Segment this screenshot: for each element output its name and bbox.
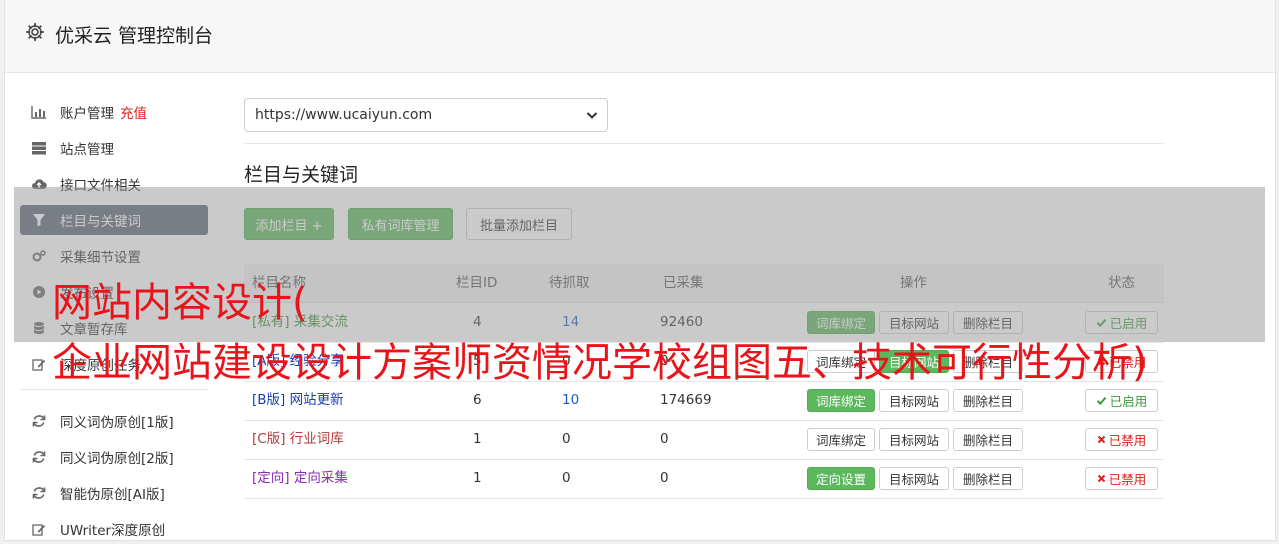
- sidebar-item-label: UWriter深度原创: [60, 523, 166, 539]
- sidebar-item-label: 智能伪原创[AI版]: [60, 487, 165, 503]
- action-primary-button[interactable]: 定向设置: [807, 467, 875, 490]
- sidebar-item-uwriter[interactable]: UWriter深度原创: [20, 514, 208, 544]
- status-label: 已禁用: [1108, 433, 1147, 448]
- column-tag: [B版]: [252, 392, 286, 408]
- x-icon: [1097, 435, 1105, 444]
- target-site-button[interactable]: 目标网站: [879, 389, 949, 412]
- section-title: 栏目与关键词: [244, 164, 359, 186]
- panel-title: 优采云 管理控制台: [25, 20, 213, 48]
- column-tag: [C版]: [252, 431, 286, 447]
- column-id: 1: [473, 470, 482, 486]
- server-icon: [30, 140, 48, 156]
- status-toggle[interactable]: 已禁用: [1085, 428, 1158, 451]
- sidebar-item-synonym-v2[interactable]: 同义词伪原创[2版]: [20, 442, 208, 472]
- column-name-cell[interactable]: [C版] 行业词库: [252, 420, 344, 458]
- recharge-link[interactable]: 充值: [120, 102, 147, 122]
- column-name-cell[interactable]: [定向] 定向采集: [252, 459, 348, 497]
- status-toggle[interactable]: 已禁用: [1085, 467, 1158, 490]
- delete-column-button[interactable]: 删除栏目: [953, 428, 1023, 451]
- target-site-button[interactable]: 目标网站: [879, 467, 949, 490]
- column-name: 定向采集: [293, 470, 348, 486]
- bar-chart-icon: [30, 104, 48, 120]
- sidebar-item-synonym-v1[interactable]: 同义词伪原创[1版]: [20, 406, 208, 436]
- status-toggle[interactable]: 已启用: [1085, 389, 1158, 412]
- sidebar-item-label: 同义词伪原创[2版]: [60, 451, 174, 467]
- refresh-icon: [30, 413, 48, 429]
- delete-column-button[interactable]: 删除栏目: [953, 389, 1023, 412]
- overlay-text-line1: 网站内容设计(: [52, 280, 308, 326]
- action-primary-button[interactable]: 词库绑定: [807, 428, 875, 451]
- status-label: 已启用: [1109, 394, 1148, 409]
- site-select-value: https://www.ucaiyun.com: [255, 107, 433, 123]
- gear-icon: [25, 22, 45, 47]
- sidebar-item-sites[interactable]: 站点管理: [20, 133, 208, 163]
- edit-icon: [30, 356, 48, 372]
- overlay-text-line2: 企业网站建设设计方案师资情况学校组图五、技术可行性分析): [52, 340, 1148, 386]
- chevron-down-icon: [586, 112, 598, 119]
- x-icon: [1097, 474, 1105, 483]
- refresh-icon: [30, 449, 48, 465]
- refresh-icon: [30, 485, 48, 501]
- action-primary-button[interactable]: 词库绑定: [807, 389, 875, 412]
- status-label: 已禁用: [1108, 472, 1147, 487]
- delete-column-button[interactable]: 删除栏目: [953, 467, 1023, 490]
- edit-icon: [30, 521, 48, 537]
- column-tag: [定向]: [252, 470, 290, 486]
- sidebar-divider: [20, 389, 208, 390]
- divider: [244, 143, 1164, 144]
- table-row: [定向] 定向采集 1 0 0 定向设置 目标网站 删除栏目 已禁用: [244, 459, 1164, 499]
- sidebar-item-label: 站点管理: [60, 142, 114, 158]
- console-title: 优采云 管理控制台: [55, 24, 214, 47]
- column-id: 1: [473, 431, 482, 447]
- sidebar-item-ai-original[interactable]: 智能伪原创[AI版]: [20, 478, 208, 508]
- sidebar-item-account[interactable]: 账户管理 充值: [20, 97, 208, 127]
- panel-header: 优采云 管理控制台: [5, 0, 1275, 73]
- table-row: [C版] 行业词库 1 0 0 词库绑定 目标网站 删除栏目 已禁用: [244, 420, 1164, 460]
- column-name: 网站更新: [289, 392, 344, 408]
- column-name: 行业词库: [289, 431, 344, 447]
- target-site-button[interactable]: 目标网站: [879, 428, 949, 451]
- pending-count: 0: [562, 431, 571, 447]
- sidebar-item-label: 同义词伪原创[1版]: [60, 415, 174, 431]
- sidebar-item-label: 账户管理: [60, 106, 114, 122]
- site-select[interactable]: https://www.ucaiyun.com: [244, 98, 608, 132]
- pending-count: 0: [562, 470, 571, 486]
- collected-count: 0: [660, 470, 669, 486]
- check-icon: [1096, 396, 1106, 406]
- collected-count: 0: [660, 431, 669, 447]
